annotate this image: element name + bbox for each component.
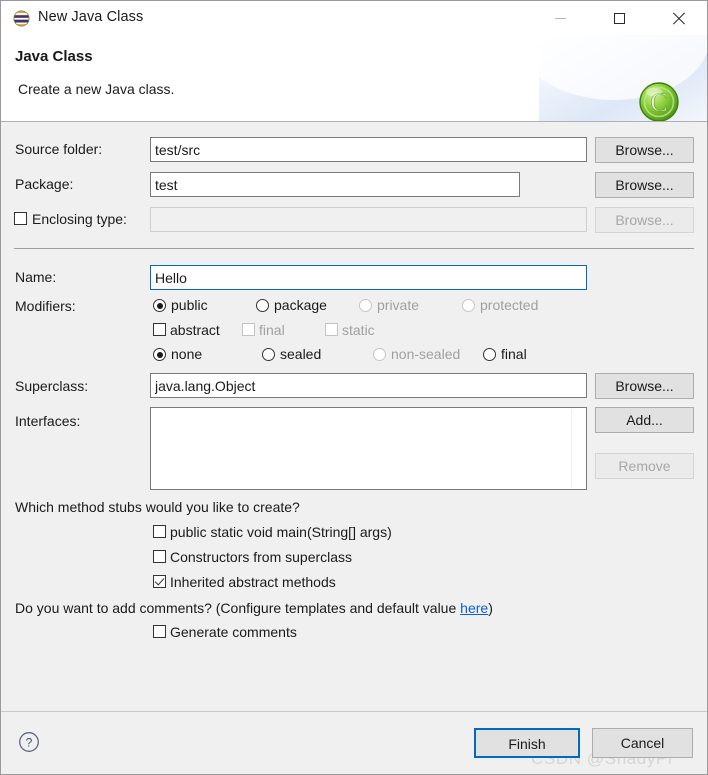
close-button[interactable] [655,1,701,35]
stub-checkbox-constructors[interactable] [153,550,166,563]
comments-question-prefix: Do you want to add comments? (Configure … [15,600,461,616]
footer-divider [1,711,707,712]
interfaces-scrollbar[interactable] [571,409,585,488]
modifier-label-final-sealed: final [501,346,527,362]
comments-question: Do you want to add comments? (Configure … [15,600,493,616]
window-title: New Java Class [38,9,144,25]
superclass-label: Superclass: [15,378,89,394]
modifier-radio-non-sealed[interactable] [373,348,386,361]
modifier-label-sealed: sealed [280,346,322,362]
modifier-label-non-sealed: non-sealed [391,346,461,362]
modifier-radio-private[interactable] [359,299,372,312]
source-folder-input[interactable] [150,137,587,162]
modifier-radio-package[interactable] [256,299,269,312]
modifier-radio-protected[interactable] [462,299,475,312]
close-icon [672,12,685,25]
name-input[interactable] [150,265,587,290]
package-input[interactable] [150,172,520,197]
page-title: Java Class [15,48,93,65]
page-subtitle: Create a new Java class. [18,81,175,97]
method-stubs-question: Which method stubs would you like to cre… [15,499,300,515]
interfaces-label: Interfaces: [15,413,81,429]
modifier-label-none: none [171,346,203,362]
modifier-label-final: final [259,322,285,338]
stub-label-inherited-abstract: Inherited abstract methods [170,574,336,590]
stub-label-constructors: Constructors from superclass [170,549,353,565]
modifier-checkbox-abstract[interactable] [153,323,166,336]
svg-text:?: ? [26,736,33,750]
stub-checkbox-main-method[interactable] [153,525,166,538]
modifiers-label: Modifiers: [15,298,76,314]
modifier-radio-final-sealed[interactable] [483,348,496,361]
modifier-label-package: package [274,297,327,313]
modifier-label-abstract: abstract [170,322,220,338]
interfaces-list[interactable] [150,407,587,490]
source-folder-label: Source folder: [15,141,103,157]
generate-comments-label: Generate comments [170,624,297,640]
superclass-browse-button[interactable]: Browse... [595,373,694,399]
modifier-checkbox-static[interactable] [325,323,338,336]
comments-question-suffix: ) [488,600,493,616]
modifier-label-public: public [171,297,208,313]
minimize-button[interactable] [537,1,583,35]
maximize-icon [613,12,625,24]
title-bar: New Java Class [1,1,707,35]
interfaces-remove-button[interactable]: Remove [595,453,694,479]
interfaces-add-button[interactable]: Add... [595,407,694,433]
superclass-input[interactable] [150,373,587,398]
modifier-radio-public[interactable] [153,299,166,312]
new-java-class-dialog: New Java Class Java Class Create a new J… [0,0,708,775]
modifier-label-protected: protected [480,297,539,313]
help-icon[interactable]: ? [18,731,40,753]
stub-checkbox-inherited-abstract[interactable] [153,575,166,588]
eclipse-sphere-icon [13,10,30,27]
modifier-label-static: static [342,322,375,338]
enclosing-type-checkbox[interactable] [14,212,27,225]
enclosing-type-label: Enclosing type: [32,211,127,227]
modifier-checkbox-final[interactable] [242,323,255,336]
finish-button[interactable]: Finish [474,728,580,758]
modifier-radio-sealed[interactable] [262,348,275,361]
source-folder-browse-button[interactable]: Browse... [595,137,694,163]
modifier-radio-none[interactable] [153,348,166,361]
dialog-header: Java Class Create a new Java class. C [1,35,707,122]
package-browse-button[interactable]: Browse... [595,172,694,198]
name-label: Name: [15,269,57,285]
configure-templates-link[interactable]: here [460,600,488,616]
modifier-label-private: private [377,297,420,313]
stub-label-main-method: public static void main(String[] args) [170,524,392,540]
section-divider-top [14,248,694,249]
generate-comments-checkbox[interactable] [153,625,166,638]
minimize-icon [554,17,566,19]
enclosing-type-browse-button[interactable]: Browse... [595,207,694,233]
cancel-button[interactable]: Cancel [592,728,693,758]
maximize-button[interactable] [596,1,642,35]
enclosing-type-input[interactable] [150,207,587,232]
header-decoration [519,35,707,121]
package-label: Package: [15,176,74,192]
java-class-icon: C [639,82,679,121]
